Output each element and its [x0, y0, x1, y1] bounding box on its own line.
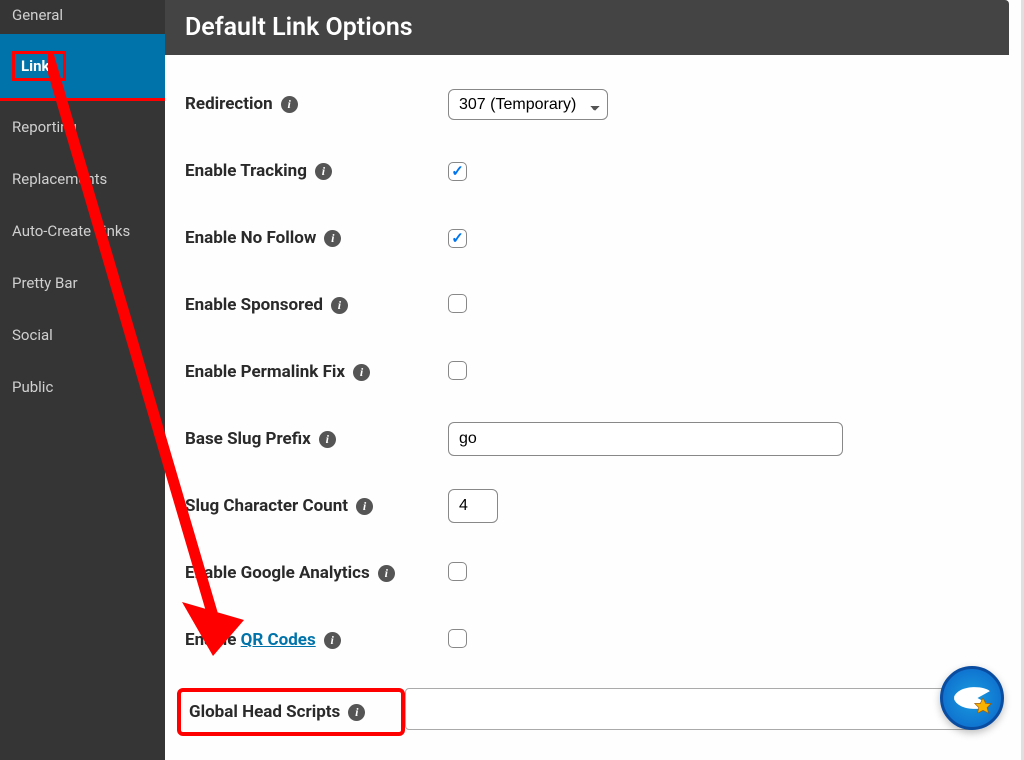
info-icon[interactable]: i — [353, 364, 370, 381]
info-icon[interactable]: i — [281, 96, 298, 113]
redirection-select[interactable]: 307 (Temporary) — [448, 89, 608, 120]
sidebar-item-replacements[interactable]: Replacements — [0, 153, 165, 205]
info-icon[interactable]: i — [319, 431, 336, 448]
info-icon[interactable]: i — [331, 297, 348, 314]
sidebar-item-general[interactable]: General — [0, 0, 165, 34]
head-scripts-label: Global Head Scriptsi — [177, 688, 405, 736]
tracking-checkbox[interactable] — [448, 162, 467, 181]
permalink-checkbox[interactable] — [448, 361, 467, 380]
qr-label: Enable QR Codesi — [185, 630, 448, 650]
redirection-label: Redirectioni — [185, 94, 448, 114]
info-icon[interactable]: i — [324, 230, 341, 247]
info-icon[interactable]: i — [378, 565, 395, 582]
info-icon[interactable]: i — [315, 163, 332, 180]
tracking-label: Enable Trackingi — [185, 161, 448, 181]
sidebar-item-pretty-bar[interactable]: Pretty Bar — [0, 257, 165, 309]
settings-sidebar: General Links Reporting Replacements Aut… — [0, 0, 165, 760]
bird-star-icon — [950, 676, 994, 720]
slug-prefix-label: Base Slug Prefixi — [185, 429, 448, 449]
page-title: Default Link Options — [165, 0, 1009, 55]
settings-form: Redirectioni 307 (Temporary) Enable Trac… — [165, 55, 1021, 756]
nofollow-checkbox[interactable] — [448, 229, 467, 248]
ga-label: Enable Google Analyticsi — [185, 563, 448, 583]
info-icon[interactable]: i — [348, 704, 365, 721]
info-icon[interactable]: i — [324, 632, 341, 649]
sidebar-item-social[interactable]: Social — [0, 309, 165, 361]
info-icon[interactable]: i — [356, 498, 373, 515]
ga-checkbox[interactable] — [448, 562, 467, 581]
head-scripts-textarea[interactable] — [405, 688, 975, 730]
main-panel: Default Link Options Redirectioni 307 (T… — [165, 0, 1021, 760]
sponsored-label: Enable Sponsoredi — [185, 295, 448, 315]
sponsored-checkbox[interactable] — [448, 294, 467, 313]
slug-count-label: Slug Character Counti — [185, 496, 448, 516]
help-floating-button[interactable] — [940, 666, 1004, 730]
sidebar-item-links[interactable]: Links — [0, 34, 165, 101]
slug-count-input[interactable] — [448, 489, 498, 523]
nofollow-label: Enable No Followi — [185, 228, 448, 248]
sidebar-item-reporting[interactable]: Reporting — [0, 101, 165, 153]
sidebar-item-auto-create-links[interactable]: Auto-Create Links — [0, 205, 165, 257]
qr-checkbox[interactable] — [448, 629, 467, 648]
qr-codes-link[interactable]: QR Codes — [241, 630, 316, 650]
sidebar-item-public[interactable]: Public — [0, 361, 165, 413]
slug-prefix-input[interactable] — [448, 422, 843, 456]
permalink-label: Enable Permalink Fixi — [185, 362, 448, 382]
